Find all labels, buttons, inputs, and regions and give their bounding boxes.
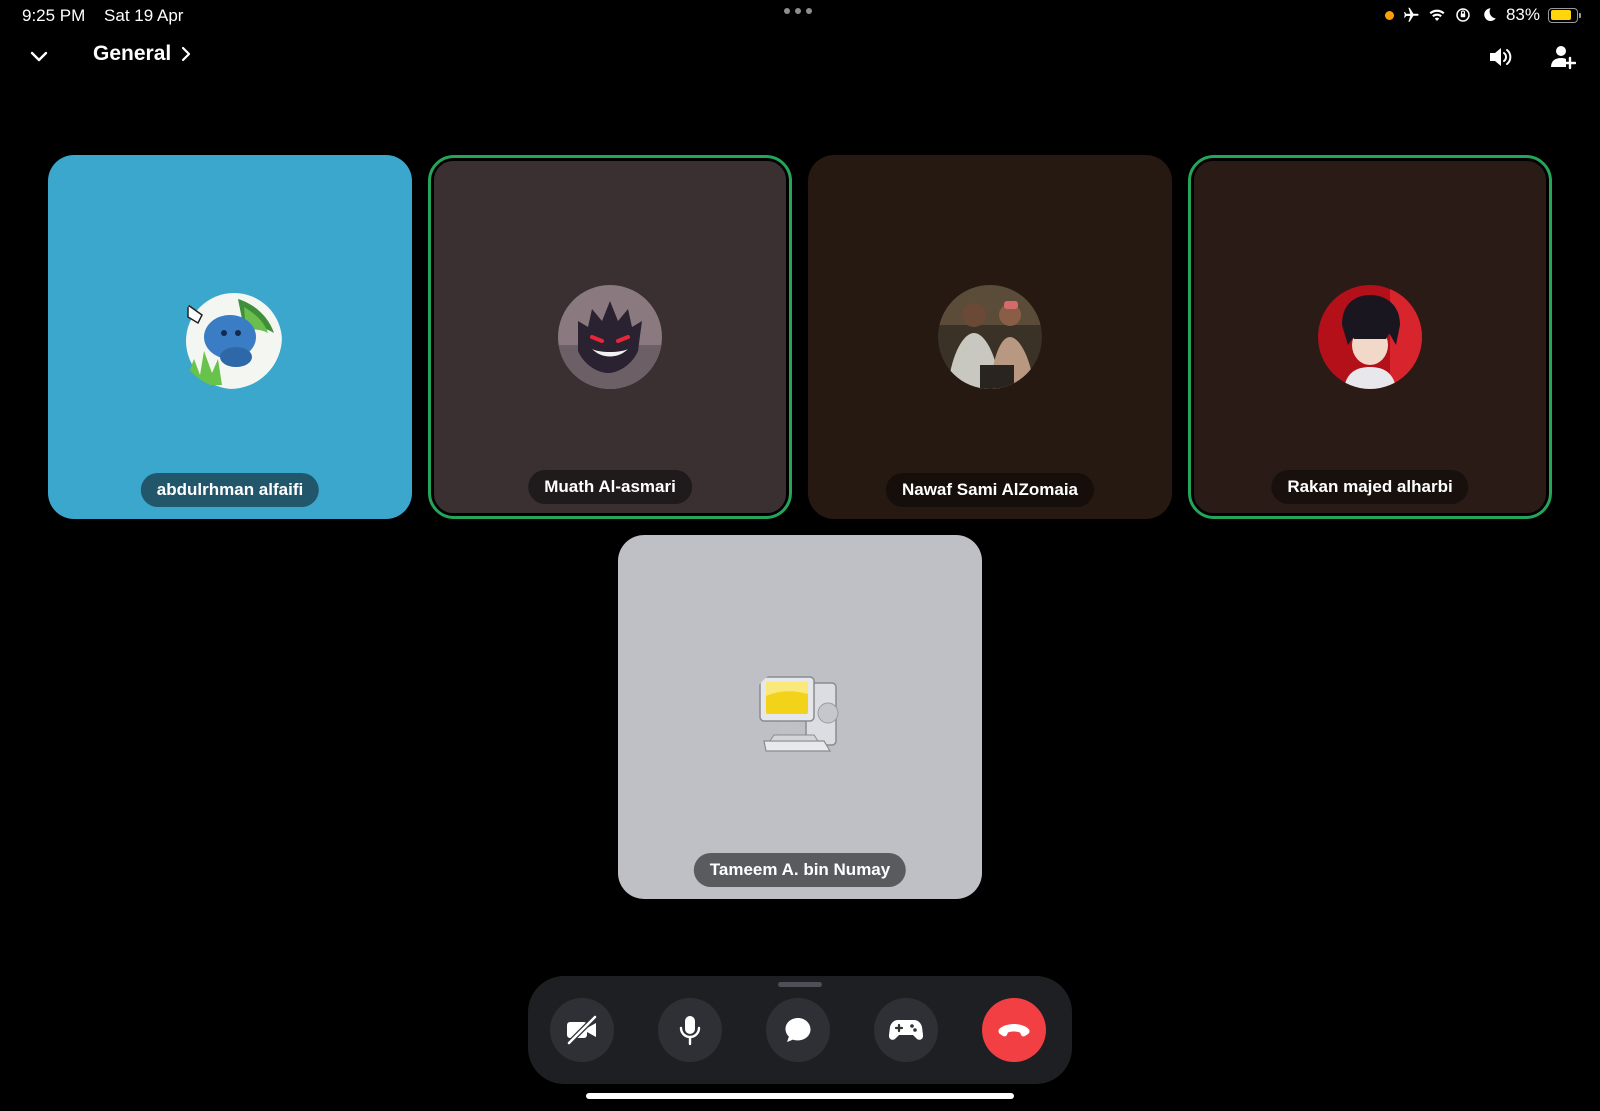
blue-character-avatar bbox=[178, 285, 282, 389]
gamepad-icon bbox=[889, 1020, 923, 1040]
participant-name: abdulrhman alfaifi bbox=[140, 473, 320, 507]
orientation-lock-icon bbox=[1456, 8, 1470, 22]
chevron-right-icon bbox=[182, 46, 191, 62]
anime-avatar bbox=[1318, 285, 1422, 389]
microphone-icon bbox=[679, 1016, 701, 1046]
participant-name: Rakan majed alharbi bbox=[1271, 470, 1469, 504]
drawer-grabber[interactable] bbox=[778, 982, 822, 987]
airplane-icon bbox=[1403, 7, 1419, 22]
microphone-button[interactable] bbox=[658, 998, 722, 1062]
call-header: General bbox=[0, 34, 1600, 78]
end-call-button[interactable] bbox=[982, 998, 1046, 1062]
home-indicator[interactable] bbox=[586, 1093, 1014, 1099]
camera-toggle-button[interactable] bbox=[550, 998, 614, 1062]
collapse-button[interactable] bbox=[24, 42, 54, 72]
participant-name: Tameem A. bin Numay bbox=[693, 853, 907, 887]
end-call-icon bbox=[998, 1024, 1030, 1037]
photo-avatar bbox=[938, 285, 1042, 389]
channel-name: General bbox=[93, 42, 172, 65]
battery-icon bbox=[1548, 7, 1581, 23]
speaker-button[interactable] bbox=[1484, 40, 1518, 74]
wifi-icon bbox=[1429, 9, 1445, 21]
chat-button[interactable] bbox=[766, 998, 830, 1062]
ghost-avatar bbox=[558, 285, 662, 389]
add-person-icon bbox=[1551, 46, 1576, 70]
participant-tile[interactable]: Tameem A. bin Numay bbox=[618, 535, 982, 899]
add-people-button[interactable] bbox=[1546, 40, 1580, 74]
status-date: Sat 19 Apr bbox=[104, 6, 184, 25]
participant-tile[interactable]: Rakan majed alharbi bbox=[1188, 155, 1552, 519]
chevron-down-icon bbox=[30, 51, 48, 62]
moon-icon bbox=[1484, 8, 1496, 21]
speaker-icon bbox=[1490, 48, 1512, 66]
status-bar: 9:25 PM Sat 19 Apr 83% bbox=[0, 0, 1600, 34]
camera-off-icon bbox=[566, 1015, 598, 1045]
participant-tile[interactable]: Muath Al-asmari bbox=[428, 155, 792, 519]
chat-icon bbox=[785, 1018, 811, 1042]
computer-avatar bbox=[748, 665, 852, 769]
participant-name: Nawaf Sami AlZomaia bbox=[885, 473, 1095, 507]
participant-name: Muath Al-asmari bbox=[528, 470, 692, 504]
multitasking-dots-icon[interactable] bbox=[784, 8, 812, 14]
call-controls-bar bbox=[528, 976, 1072, 1084]
channel-title-button[interactable]: General bbox=[93, 42, 191, 66]
status-time: 9:25 PM bbox=[22, 6, 86, 25]
participant-tile[interactable]: Nawaf Sami AlZomaia bbox=[808, 155, 1172, 519]
battery-percent: 83% bbox=[1505, 5, 1540, 24]
privacy-indicator-icon bbox=[1384, 10, 1394, 20]
activities-button[interactable] bbox=[874, 998, 938, 1062]
participant-tile[interactable]: abdulrhman alfaifi bbox=[48, 155, 412, 519]
